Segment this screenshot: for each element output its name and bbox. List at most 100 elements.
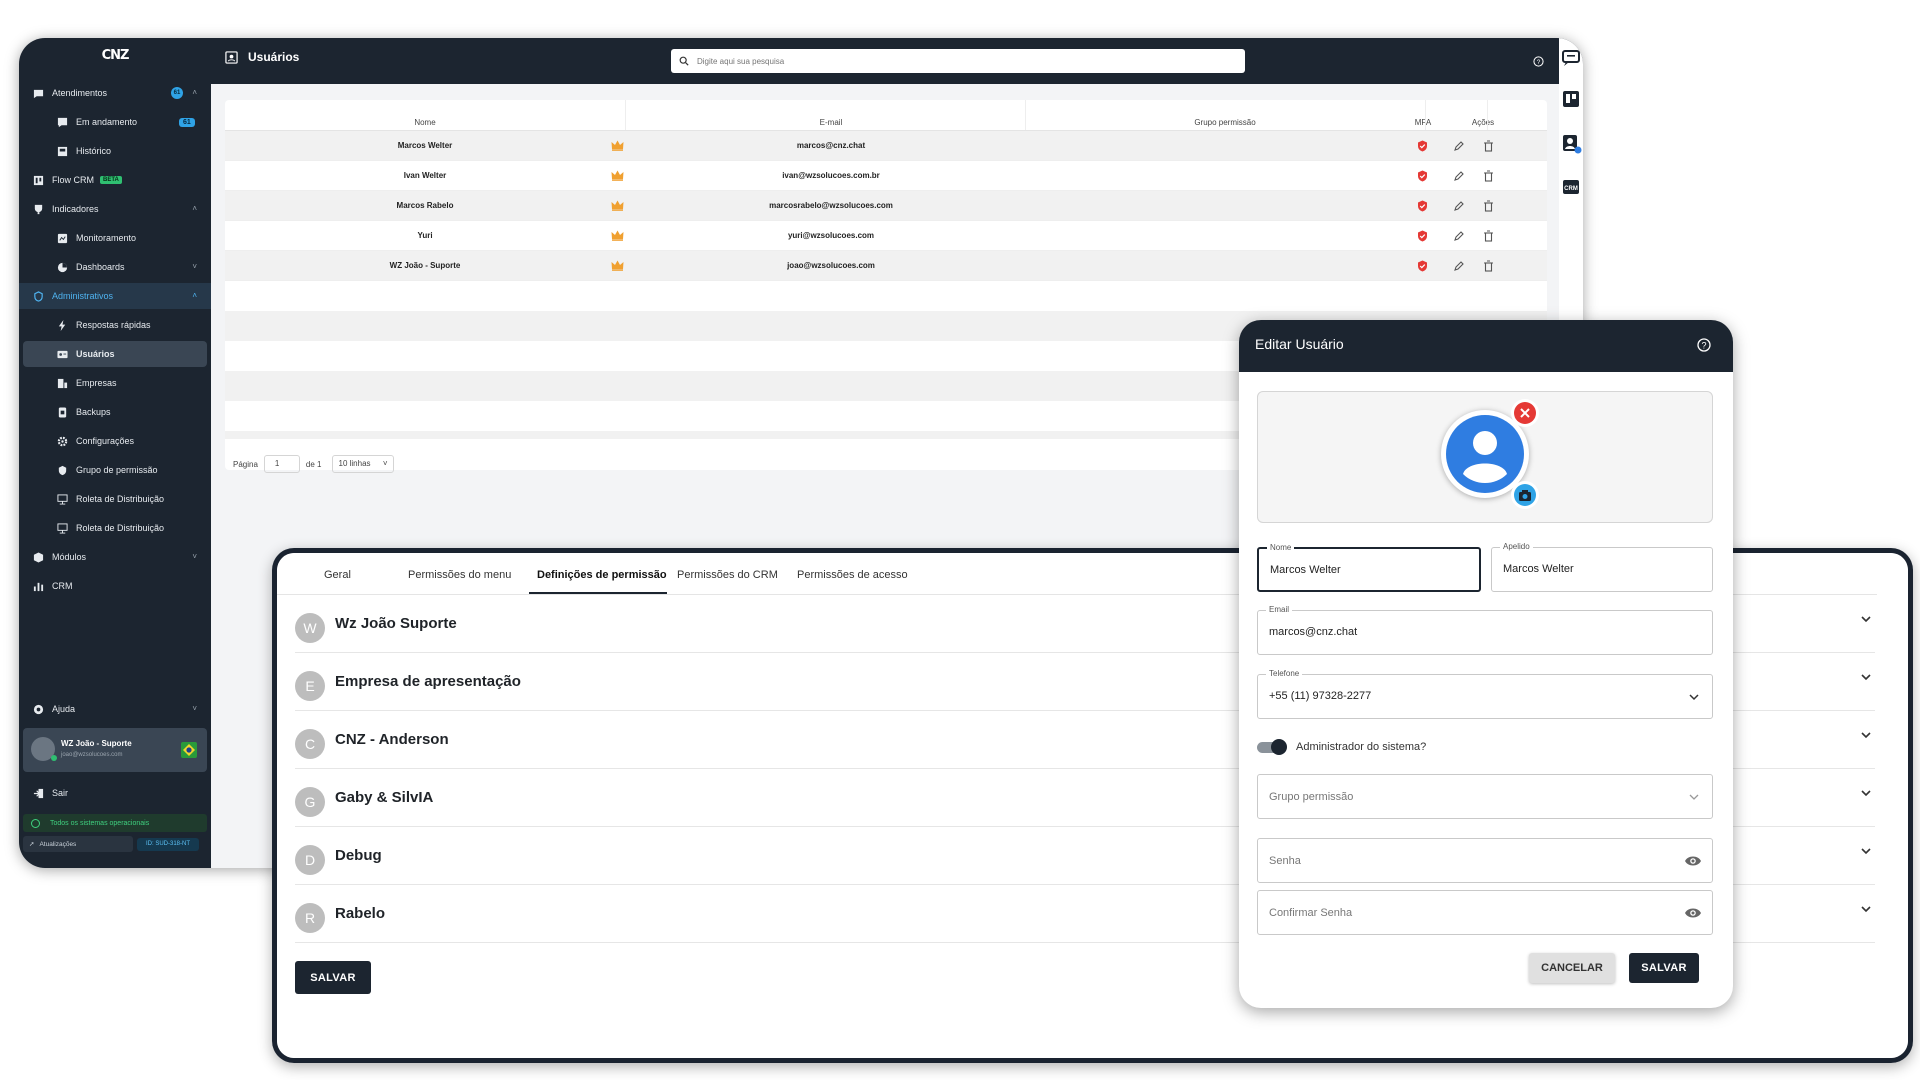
sidebar-item-modulos[interactable]: Módulos ˅ [19,544,211,570]
upload-photo-button[interactable] [1514,484,1536,506]
chat-icon[interactable] [1561,48,1581,68]
table-row[interactable]: Marcos Rabelo marcosrabelo@wzsolucoes.com [225,191,1547,221]
rows-per-page-select[interactable]: 10 linhas ˅ [331,455,394,473]
admin-toggle-row: Administrador do sistema? [1257,739,1426,755]
chevron-down-icon[interactable] [1860,671,1872,683]
sidebar-item-roleta-2[interactable]: Roleta de Distribuição [19,515,211,541]
edit-pencil-icon[interactable] [1453,260,1465,272]
roulette-icon [55,521,69,535]
senha-field[interactable]: Senha [1257,838,1713,883]
logout-icon [31,786,45,800]
save-permissions-button[interactable]: SALVAR [295,961,371,994]
save-user-button[interactable]: SALVAR [1629,953,1699,983]
chevron-down-icon: ˅ [382,459,388,468]
col-header-nome[interactable]: Nome [375,118,475,127]
apelido-input[interactable]: Marcos Welter [1503,563,1574,575]
monitor-icon [55,231,69,245]
remove-photo-button[interactable] [1514,402,1536,424]
delete-trash-icon[interactable] [1483,140,1494,152]
sidebar-item-roleta-1[interactable]: Roleta de Distribuição [19,486,211,512]
table-row[interactable]: Marcos Welter marcos@cnz.chat [225,131,1547,161]
crown-icon [611,260,624,271]
inbox-icon [55,144,69,158]
contact-icon[interactable] [1562,134,1582,154]
board-icon[interactable] [1562,90,1580,108]
svg-text:?: ? [1537,59,1541,66]
brand-logo: CNZ [101,48,130,63]
telefone-field[interactable]: Telefone +55 (11) 97328-2277 [1257,669,1713,719]
sidebar-item-empresas[interactable]: Empresas [19,370,211,396]
delete-trash-icon[interactable] [1483,170,1494,182]
sidebar-item-em-andamento[interactable]: Em andamento 61 [19,109,211,135]
sidebar-item-atendimentos[interactable]: Atendimentos 61 ˄ [19,80,211,106]
sidebar-item-configuracoes[interactable]: Configurações [19,428,211,454]
table-row[interactable]: Yuri yuri@wzsolucoes.com [225,221,1547,251]
updates-button[interactable]: ➚ Atualizações [23,836,133,852]
admin-toggle[interactable] [1257,739,1287,755]
table-row[interactable]: Ivan Welter ivan@wzsolucoes.com.br [225,161,1547,191]
edit-pencil-icon[interactable] [1453,200,1465,212]
telefone-input[interactable]: +55 (11) 97328-2277 [1269,690,1371,702]
table-row[interactable]: WZ João - Suporte joao@wzsolucoes.com [225,251,1547,281]
chevron-down-icon[interactable] [1860,613,1872,625]
chevron-down-icon[interactable] [1860,845,1872,857]
email-field[interactable]: Email marcos@cnz.chat [1257,605,1713,655]
sidebar-item-usuarios[interactable]: Usuários [23,341,207,367]
tab-definicoes-permissao[interactable]: Definições de permissão [537,569,667,581]
grupo-permissao-select[interactable]: Grupo permissão [1257,774,1713,819]
user-email-cell: marcosrabelo@wzsolucoes.com [769,201,893,210]
help-icon[interactable]: ? [1697,338,1711,352]
user-email-cell: joao@wzsolucoes.com [787,261,875,270]
delete-trash-icon[interactable] [1483,200,1494,212]
sidebar-item-ajuda[interactable]: Ajuda ˅ [19,696,211,722]
eye-icon[interactable] [1684,854,1702,868]
edit-pencil-icon[interactable] [1453,230,1465,242]
sidebar-item-historico[interactable]: Histórico [19,138,211,164]
edit-pencil-icon[interactable] [1453,140,1465,152]
tab-permissoes-acesso[interactable]: Permissões de acesso [797,569,908,581]
pie-chart-icon [55,260,69,274]
sidebar-item-dashboards[interactable]: Dashboards ˅ [19,254,211,280]
sidebar-item-grupo-permissao[interactable]: Grupo de permissão [19,457,211,483]
help-icon[interactable]: ? [1533,56,1544,67]
user-email-cell: yuri@wzsolucoes.com [787,231,875,240]
delete-trash-icon[interactable] [1483,260,1494,272]
chevron-down-icon[interactable] [1860,787,1872,799]
eye-icon[interactable] [1684,906,1702,920]
sidebar-item-indicadores[interactable]: Indicadores ˄ [19,196,211,222]
cancel-button[interactable]: CANCELAR [1529,953,1615,983]
confirmar-senha-field[interactable]: Confirmar Senha [1257,890,1713,935]
sidebar-item-crm[interactable]: CRM [19,573,211,599]
chevron-down-icon[interactable] [1688,691,1700,703]
email-input[interactable]: marcos@cnz.chat [1269,626,1357,638]
tab-permissoes-crm[interactable]: Permissões do CRM [677,569,778,581]
mfa-shield-icon [1417,170,1428,182]
sidebar-item-flow-crm[interactable]: Flow CRM BETA [19,167,211,193]
brazil-flag-icon[interactable] [181,742,197,758]
col-header-grupo[interactable]: Grupo permissão [1155,118,1295,127]
tab-permissoes-menu[interactable]: Permissões do menu [408,569,511,581]
page-input[interactable]: 1 [263,455,300,473]
nome-input[interactable]: Marcos Welter [1270,564,1341,576]
tab-geral[interactable]: Geral [324,569,351,581]
crown-icon [611,230,624,241]
crm-icon[interactable]: CRM [1562,178,1580,196]
gear-icon [55,434,69,448]
group-avatar: W [295,613,325,643]
sidebar-item-respostas-rapidas[interactable]: Respostas rápidas [19,312,211,338]
logout-item[interactable]: Sair [19,780,211,806]
search-bar[interactable] [671,49,1245,73]
sidebar-item-monitoramento[interactable]: Monitoramento [19,225,211,251]
search-input[interactable] [697,56,1217,66]
chevron-down-icon: ˅ [192,262,197,271]
edit-pencil-icon[interactable] [1453,170,1465,182]
sidebar-item-backups[interactable]: Backups [19,399,211,425]
nome-field[interactable]: Nome Marcos Welter [1257,543,1481,592]
sidebar-item-administrativos[interactable]: Administrativos ˄ [19,283,211,309]
col-header-email[interactable]: E-mail [781,118,881,127]
chevron-down-icon[interactable] [1860,903,1872,915]
delete-trash-icon[interactable] [1483,230,1494,242]
user-profile-card[interactable]: WZ João - Suporte joao@wzsolucoes.com [23,728,207,772]
chevron-down-icon[interactable] [1860,729,1872,741]
apelido-field[interactable]: Apelido Marcos Welter [1491,542,1713,592]
